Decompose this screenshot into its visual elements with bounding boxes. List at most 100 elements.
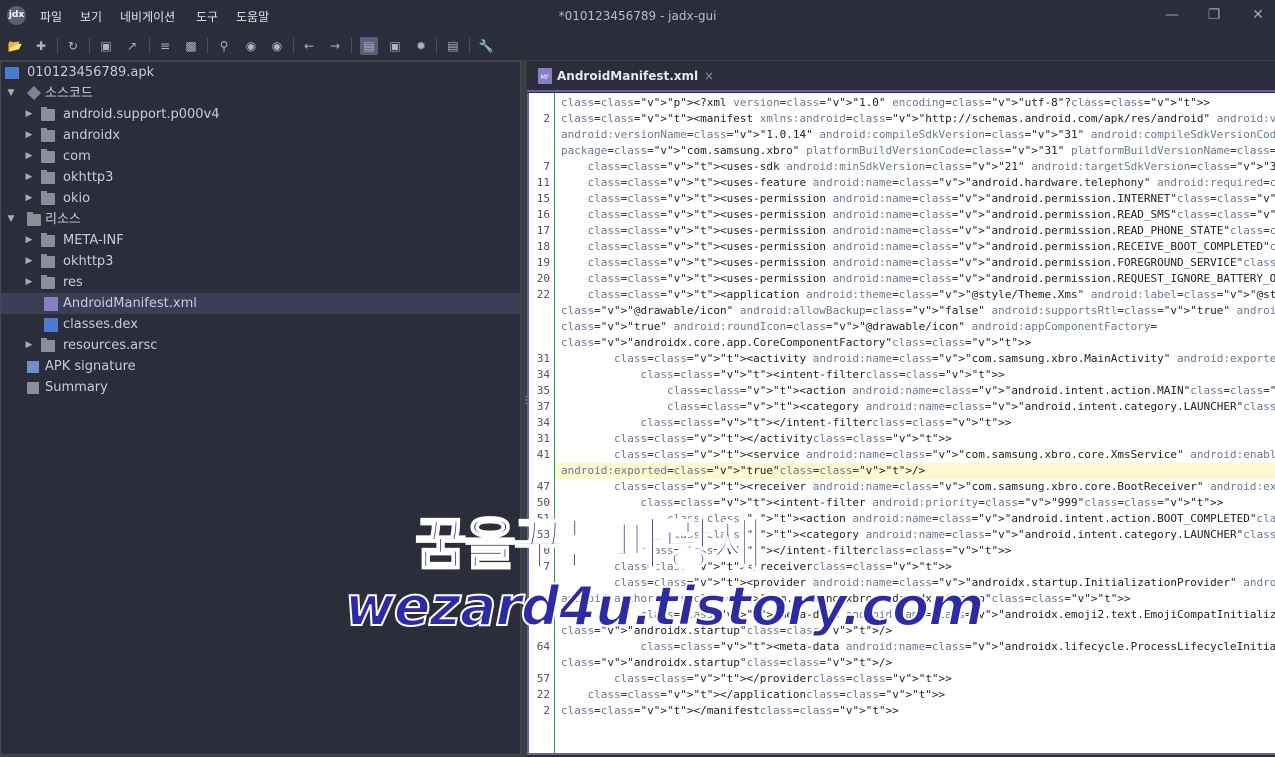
code-line: class=class="v">"t"></manifestclass=clas… bbox=[561, 704, 899, 717]
collapsed-arrow-icon[interactable]: ▶ bbox=[23, 167, 35, 188]
code-line: class=class="v">"t"><action android:name… bbox=[666, 512, 1275, 525]
tree-node-label: 소스코드 bbox=[45, 86, 93, 101]
close-window-icon[interactable]: ✕ bbox=[1246, 5, 1270, 25]
decompile-all-icon[interactable]: ▣ bbox=[386, 37, 404, 55]
package-folder-icon bbox=[41, 191, 55, 205]
tab-close-icon[interactable]: × bbox=[704, 66, 714, 86]
line-number: 22 bbox=[536, 288, 550, 301]
tree-node-label: okhttp3 bbox=[63, 254, 114, 269]
code-line: class=class="v">"t"><uses-permission and… bbox=[587, 272, 1275, 285]
tree-file-androidmanifest[interactable]: AndroidManifest.xml bbox=[1, 293, 520, 314]
line-number: 31 bbox=[536, 432, 550, 445]
code-line: class=class="v">"t"></intent-filterclass… bbox=[640, 416, 1012, 429]
line-number: 51 bbox=[536, 512, 550, 525]
collapsed-arrow-icon[interactable]: ▶ bbox=[23, 146, 35, 167]
debugger-icon[interactable]: ✹ bbox=[412, 37, 430, 55]
open-file-icon[interactable]: 📂 bbox=[6, 37, 24, 55]
maximize-icon[interactable]: ❐ bbox=[1202, 5, 1226, 25]
expanded-arrow-icon[interactable]: ▼ bbox=[5, 83, 17, 104]
add-files-icon[interactable]: ✚ bbox=[32, 37, 50, 55]
line-number: 50 bbox=[536, 496, 550, 509]
log-viewer-icon[interactable]: ▤ bbox=[444, 37, 462, 55]
collapsed-arrow-icon[interactable]: ▶ bbox=[23, 125, 35, 146]
deobfuscation-icon[interactable]: ▤ bbox=[360, 37, 378, 55]
package-folder-icon bbox=[41, 170, 55, 184]
code-line: class=class="v">"t"><meta-data android:n… bbox=[640, 640, 1275, 653]
package-folder-icon bbox=[41, 107, 55, 121]
code-line: class=class="v">"t"><manifest xmlns:andr… bbox=[561, 112, 1275, 125]
find-usage-icon[interactable]: ◉ bbox=[268, 37, 286, 55]
toolbar-divider bbox=[351, 38, 352, 54]
preferences-wrench-icon[interactable]: 🔧 bbox=[477, 37, 495, 55]
minimize-icon[interactable]: — bbox=[1160, 5, 1184, 25]
collapsed-arrow-icon[interactable]: ▶ bbox=[23, 230, 35, 251]
line-number: 2 bbox=[543, 112, 550, 125]
reload-icon[interactable]: ↻ bbox=[64, 37, 82, 55]
tree-node-label: AndroidManifest.xml bbox=[63, 296, 197, 311]
tree-node-label: META-INF bbox=[63, 233, 124, 248]
line-number: 35 bbox=[536, 384, 550, 397]
code-line: package=class="v">"com.samsung.xbro" pla… bbox=[561, 144, 1275, 157]
code-line: class=class="v">"t"><intent-filter andro… bbox=[640, 496, 1224, 509]
flatten-packages-icon[interactable]: ▩ bbox=[182, 37, 200, 55]
manifest-file-icon bbox=[44, 297, 58, 311]
code-line: class=class="v">"t"></receiverclass=clas… bbox=[613, 560, 952, 573]
package-folder-icon bbox=[41, 128, 55, 142]
sync-tree-icon[interactable]: ≡ bbox=[156, 37, 174, 55]
collapsed-arrow-icon[interactable]: ▶ bbox=[23, 251, 35, 272]
editor-panel: MF AndroidManifest.xml × 2 7 11 15 16 17 18 19 2… bbox=[527, 61, 1275, 757]
tree-node-label: okio bbox=[63, 191, 91, 206]
line-number: 31 bbox=[536, 352, 550, 365]
line-number: 34 bbox=[536, 368, 550, 381]
arsc-file-icon bbox=[41, 338, 55, 352]
line-number: 15 bbox=[536, 192, 550, 205]
code-area[interactable]: 2 7 11 15 16 17 18 19 20 22 31 34 35 37 34 31 41 47 50 51 53… bbox=[527, 93, 1275, 755]
code-line: class=class="v">"t"><intent-filterclass=… bbox=[640, 368, 1005, 381]
toolbar-divider bbox=[436, 38, 437, 54]
code-line: class=class="v">"t"><category android:na… bbox=[666, 400, 1275, 413]
manifest-tab-icon: MF bbox=[538, 68, 552, 84]
line-number: 47 bbox=[536, 560, 550, 573]
summary-icon bbox=[27, 382, 39, 394]
line-number: 17 bbox=[536, 224, 550, 237]
splitter-handle[interactable]: ⋮ bbox=[521, 395, 531, 406]
code-line: class=class="v">"t"><uses-permission and… bbox=[587, 208, 1275, 221]
source-folder-icon bbox=[26, 85, 42, 101]
project-tree-panel: 010123456789.apk ▼ 소스코드 ▶ android.suppor… bbox=[0, 61, 521, 755]
line-number: 11 bbox=[536, 176, 550, 189]
title-bar: jdx 파일 보기 네비게이션 도구 도움말 *010123456789 - j… bbox=[0, 0, 1275, 32]
tree-node-label: classes.dex bbox=[63, 317, 138, 332]
save-icon[interactable]: ▣ bbox=[97, 37, 115, 55]
toolbar-divider bbox=[293, 38, 294, 54]
search-icon[interactable]: ⚲ bbox=[215, 37, 233, 55]
code-line: class=class="v">"t"><meta-data android:n… bbox=[640, 608, 1275, 621]
line-number: 20 bbox=[536, 272, 550, 285]
back-icon[interactable]: ← bbox=[300, 37, 318, 55]
code-line: class="v">"androidx.startup"class=class=… bbox=[561, 656, 893, 669]
line-number: 19 bbox=[536, 256, 550, 269]
tree-node-label: resources.arsc bbox=[63, 338, 158, 353]
find-class-icon[interactable]: ◉ bbox=[242, 37, 260, 55]
code-line: class=class="v">"t"><uses-permission and… bbox=[587, 240, 1275, 253]
package-folder-icon bbox=[41, 149, 55, 163]
code-line: class=class="v">"t"><uses-sdk android:mi… bbox=[587, 160, 1275, 173]
code-line: class=class="v">"t"><action android:name… bbox=[666, 384, 1275, 397]
toolbar-divider bbox=[89, 38, 90, 54]
code-line: class=class="v">"t"><service android:nam… bbox=[613, 448, 1275, 461]
code-line: class="v">"true" android:roundIcon=class… bbox=[561, 320, 1158, 333]
collapsed-arrow-icon[interactable]: ▶ bbox=[23, 272, 35, 293]
export-icon[interactable]: ↗ bbox=[123, 37, 141, 55]
code-line: class=class="v">"t"></activityclass=clas… bbox=[613, 432, 952, 445]
apk-icon bbox=[5, 67, 19, 79]
collapsed-arrow-icon[interactable]: ▶ bbox=[23, 335, 35, 356]
line-number: 50 bbox=[536, 544, 550, 557]
line-number: 2 bbox=[543, 704, 550, 717]
collapsed-arrow-icon[interactable]: ▶ bbox=[23, 188, 35, 209]
line-number: 34 bbox=[536, 416, 550, 429]
line-number: 7 bbox=[543, 160, 550, 173]
code-line: class=class="v">"t"><receiver android:na… bbox=[613, 480, 1275, 493]
collapsed-arrow-icon[interactable]: ▶ bbox=[23, 104, 35, 125]
line-number: 22 bbox=[536, 688, 550, 701]
expanded-arrow-icon[interactable]: ▼ bbox=[5, 209, 17, 230]
forward-icon[interactable]: → bbox=[326, 37, 344, 55]
